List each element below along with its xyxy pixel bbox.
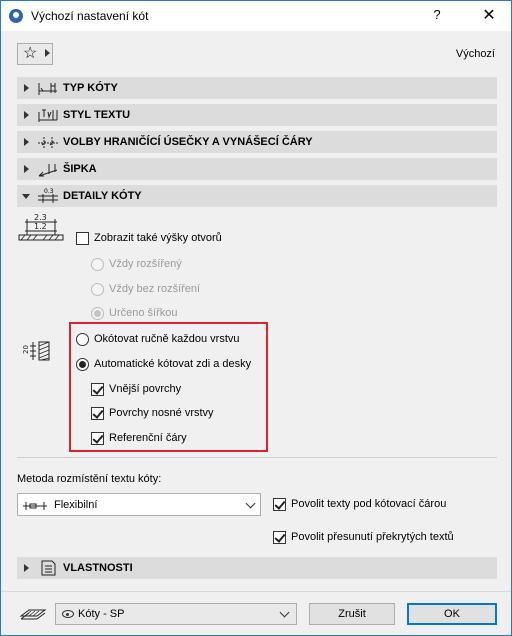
expand-arrow-icon: [24, 111, 29, 119]
width-determined-label: Určeno šířkou: [109, 307, 178, 319]
panel-label: DETAILY KÓTY: [63, 190, 142, 202]
expand-arrow-icon: [24, 165, 29, 173]
panel-header-dimension-type[interactable]: TYP KÓTY: [17, 77, 497, 99]
layer-selector[interactable]: Kóty - SP: [55, 603, 297, 625]
allow-move-overlapping-checkbox[interactable]: [273, 531, 286, 544]
eye-icon: [62, 610, 74, 618]
title-bar: Výchozí nastavení kót ? ✕: [1, 1, 511, 31]
core-surfaces-checkbox[interactable]: [91, 407, 104, 420]
width-determined-radio[interactable]: [91, 307, 104, 320]
dimension-settings-dialog: Výchozí nastavení kót ? ✕ ☆ Výchozí TYP …: [0, 0, 512, 636]
always-unextended-radio[interactable]: [91, 283, 104, 296]
panel-label: VOLBY HRANIČÍCÍ ÚSEČKY A VYNÁŠECÍ ČÁRY: [63, 136, 313, 148]
layer-dimension-icon: 20: [22, 341, 50, 361]
core-surfaces-label: Povrchy nosné vrstvy: [109, 407, 214, 419]
layer-selector-value: Kóty - SP: [78, 608, 125, 620]
flexible-placement-icon: [23, 502, 47, 510]
panel-label: VLASTNOSTI: [63, 562, 133, 574]
allow-move-overlapping-label: Povolit přesunutí překrytých textů: [291, 531, 454, 543]
separator: [17, 457, 497, 458]
arrow-icon: [38, 164, 58, 177]
auto-walls-slabs-radio[interactable]: [76, 358, 89, 371]
always-extended-label: Vždy rozšířený: [109, 258, 182, 270]
always-unextended-label: Vždy bez rozšíření: [109, 283, 201, 295]
chevron-down-icon: [279, 607, 290, 618]
svg-text:2.3: 2.3: [34, 213, 47, 222]
cancel-button[interactable]: Zrušit: [309, 603, 395, 625]
star-icon: ☆: [23, 45, 38, 62]
chevron-right-icon: [45, 49, 50, 57]
window-title: Výchozí nastavení kót: [31, 9, 149, 23]
panel-header-marker-options[interactable]: VOLBY HRANIČÍCÍ ÚSEČKY A VYNÁŠECÍ ČÁRY: [17, 131, 497, 153]
chevron-down-icon: [245, 498, 256, 509]
opening-dimension-icon: 2.3 1.2: [18, 213, 64, 241]
help-button[interactable]: ?: [429, 7, 445, 25]
footer-separator: [1, 591, 511, 592]
expand-arrow-icon: [24, 84, 29, 92]
expand-arrow-icon: [24, 564, 29, 572]
expand-arrow-icon: [24, 138, 29, 146]
svg-text:20: 20: [22, 345, 30, 354]
outer-surfaces-label: Vnější povrchy: [109, 383, 182, 395]
show-openings-checkbox[interactable]: [76, 232, 89, 245]
svg-text:0.3: 0.3: [44, 188, 54, 195]
placement-method-dropdown[interactable]: Flexibilní: [17, 493, 261, 516]
manual-each-layer-radio[interactable]: [76, 333, 89, 346]
marker-options-icon: [38, 137, 58, 149]
panel-header-dimension-details[interactable]: 0.3 DETAILY KÓTY: [17, 185, 497, 207]
reference-lines-label: Referenční čáry: [109, 432, 187, 444]
panel-label: TYP KÓTY: [63, 82, 118, 94]
dimension-details-icon: 0.3: [38, 188, 58, 203]
properties-icon: [41, 560, 56, 576]
show-openings-label: Zobrazit také výšky otvorů: [94, 232, 222, 244]
always-extended-radio[interactable]: [91, 258, 104, 271]
layers-icon: [19, 609, 47, 620]
placement-method-label: Metoda rozmístění textu kóty:: [17, 473, 162, 485]
collapse-arrow-icon: [22, 194, 30, 199]
panel-label: ŠIPKA: [63, 163, 97, 175]
allow-text-under-line-label: Povolit texty pod kótovací čárou: [291, 498, 447, 510]
panel-header-properties[interactable]: VLASTNOSTI: [17, 557, 497, 579]
manual-each-layer-label: Okótovat ručně každou vrstvu: [94, 333, 240, 345]
reference-lines-checkbox[interactable]: [91, 432, 104, 445]
text-style-icon: [38, 109, 58, 122]
dimension-type-icon: [38, 83, 57, 95]
allow-text-under-line-checkbox[interactable]: [273, 498, 286, 511]
auto-walls-slabs-label: Automatické kótovat zdi a desky: [94, 358, 252, 370]
placement-method-value: Flexibilní: [54, 499, 98, 511]
ok-button[interactable]: OK: [407, 603, 497, 625]
svg-text:1.2: 1.2: [34, 222, 47, 231]
panel-header-text-style[interactable]: STYL TEXTU: [17, 104, 497, 126]
panel-header-arrow[interactable]: ŠIPKA: [17, 158, 497, 180]
favorites-button[interactable]: ☆: [17, 43, 53, 65]
default-label: Výchozí: [455, 48, 495, 60]
app-icon: [9, 9, 23, 23]
close-button[interactable]: ✕: [475, 5, 503, 27]
panel-label: STYL TEXTU: [63, 109, 131, 121]
outer-surfaces-checkbox[interactable]: [91, 383, 104, 396]
